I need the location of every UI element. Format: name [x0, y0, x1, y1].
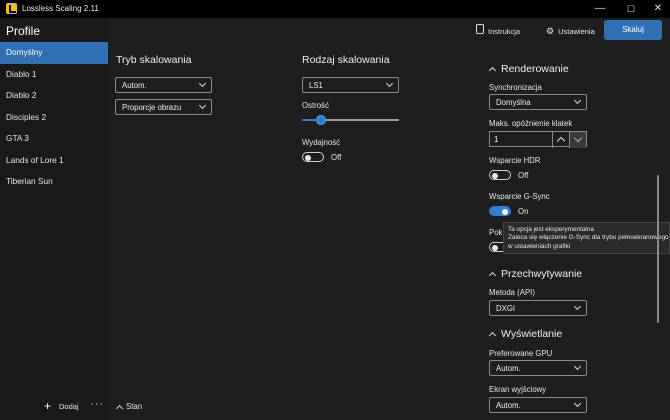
method-label: Metoda (API): [489, 288, 535, 297]
add-profile-button[interactable]: Dodaj: [59, 402, 79, 411]
gear-icon: ⚙: [546, 26, 555, 36]
capture-method-select[interactable]: DXGI: [489, 300, 587, 316]
performance-label: Wydajność: [302, 138, 341, 147]
increment-chevron-icon[interactable]: [552, 132, 569, 148]
expand-chevron-icon[interactable]: [115, 404, 124, 413]
settings-scrollbar[interactable]: [657, 175, 659, 323]
aspect-ratio-value: Proporcje obrazu: [122, 103, 182, 112]
profile-item-diablo-2[interactable]: Diablo 2: [0, 85, 108, 107]
sharpness-slider-thumb[interactable]: [316, 115, 327, 125]
performance-toggle[interactable]: [302, 152, 324, 162]
profile-item-domyslny[interactable]: Domyślny: [0, 42, 108, 64]
sidebar-header: Profile: [6, 24, 41, 38]
scaling-mode-title: Tryb skalowania: [116, 54, 192, 66]
sync-label: Synchronizacja: [489, 83, 542, 92]
profile-item-diablo-1[interactable]: Diablo 1: [0, 64, 108, 86]
instrukcja-button[interactable]: Instrukcja: [476, 22, 520, 40]
profile-list: Domyślny Diablo 1 Diablo 2 Disciples 2 G…: [0, 42, 108, 193]
collapse-chevron-icon[interactable]: [488, 66, 497, 75]
max-latency-value: 1: [494, 135, 499, 144]
sidebar-footer: + Dodaj ···: [0, 398, 108, 414]
preferred-gpu-select[interactable]: Autom.: [489, 360, 587, 376]
window-title: Lossless Scaling 2.11: [22, 4, 99, 13]
toggle-knob: [502, 208, 508, 215]
profile-item-gta-3[interactable]: GTA 3: [0, 128, 108, 150]
app-logo-icon: [6, 3, 17, 14]
title-bar: Lossless Scaling 2.11 — ☐ ✕: [0, 0, 670, 18]
chevron-down-icon: [198, 79, 207, 88]
maximize-button[interactable]: ☐: [617, 0, 645, 18]
scaling-mode-select[interactable]: Autom.: [115, 77, 212, 93]
collapse-chevron-icon[interactable]: [488, 271, 497, 280]
close-button[interactable]: ✕: [644, 0, 670, 18]
collapse-chevron-icon[interactable]: [488, 331, 497, 340]
gsync-toggle[interactable]: [489, 206, 511, 216]
chevron-down-icon: [385, 79, 394, 88]
capture-title: Przechwytywanie: [501, 268, 583, 280]
instrukcja-label: Instrukcja: [488, 27, 521, 36]
add-icon[interactable]: +: [44, 400, 51, 412]
sync-select[interactable]: Domyślna: [489, 94, 587, 110]
toggle-knob: [492, 172, 498, 179]
tooltip-line-1: Ta opcja jest eksperymentalna: [508, 226, 594, 233]
display-title: Wyświetlanie: [501, 328, 563, 340]
preferred-gpu-label: Preferowane GPU: [489, 349, 553, 358]
profile-item-tiberian-sun[interactable]: Tiberian Sun: [0, 171, 108, 193]
tooltip-line-2: Zaleca się włączenie G-Sync dla trybu pe…: [508, 234, 669, 242]
scaling-type-select[interactable]: LS1: [302, 77, 399, 93]
profile-sidebar: Profile Domyślny Diablo 1 Diablo 2 Disci…: [0, 18, 108, 420]
hdr-toggle[interactable]: [489, 170, 511, 180]
skaluj-button[interactable]: Skaluj: [604, 20, 662, 40]
scaling-type-title: Rodzaj skalowania: [302, 54, 390, 66]
ustawienia-label: Ustawienia: [558, 27, 595, 36]
max-latency-stepper[interactable]: 1: [489, 131, 587, 148]
scaling-mode-value: Autom.: [122, 81, 147, 90]
output-display-select[interactable]: Autom.: [489, 397, 587, 413]
sync-value: Domyślna: [496, 98, 531, 107]
gsync-label: Wsparcie G-Sync: [489, 192, 550, 201]
hdr-label: Wsparcie HDR: [489, 156, 541, 165]
decrement-chevron-icon[interactable]: [569, 132, 586, 148]
hdr-state: Off: [518, 171, 529, 180]
output-display-value: Autom.: [496, 401, 521, 410]
profile-item-disciples-2[interactable]: Disciples 2: [0, 107, 108, 129]
performance-state: Off: [331, 153, 342, 162]
rendering-title: Renderowanie: [501, 63, 569, 75]
chevron-down-icon: [198, 101, 207, 110]
minimize-button[interactable]: —: [586, 0, 614, 18]
gsync-tooltip: Ta opcja jest eksperymentalna Zaleca się…: [503, 222, 670, 254]
stan-toggle-label[interactable]: Stan: [126, 402, 142, 411]
partial-hidden-label: Pok: [489, 228, 503, 237]
tooltip-line-3: w ustawieniach grafiki: [508, 242, 571, 250]
chevron-down-icon: [573, 362, 582, 371]
output-display-label: Ekran wyjściowy: [489, 385, 547, 394]
chevron-down-icon: [573, 96, 582, 105]
capture-method-value: DXGI: [496, 304, 516, 313]
ustawienia-button[interactable]: ⚙ Ustawienia: [546, 22, 595, 40]
document-icon: [476, 22, 484, 40]
chevron-down-icon: [573, 399, 582, 408]
chevron-down-icon: [573, 302, 582, 311]
gsync-state: On: [518, 207, 529, 216]
scaling-type-value: LS1: [309, 81, 323, 90]
max-latency-label: Maks. opóźnienie klatek: [489, 119, 573, 128]
preferred-gpu-value: Autom.: [496, 364, 521, 373]
sharpness-label: Ostrość: [302, 101, 329, 110]
profile-item-lands-of-lore-1[interactable]: Lands of Lore 1: [0, 150, 108, 172]
aspect-ratio-select[interactable]: Proporcje obrazu: [115, 99, 212, 115]
toggle-knob: [492, 244, 498, 251]
more-options-icon[interactable]: ···: [90, 398, 104, 410]
toggle-knob: [305, 154, 311, 161]
